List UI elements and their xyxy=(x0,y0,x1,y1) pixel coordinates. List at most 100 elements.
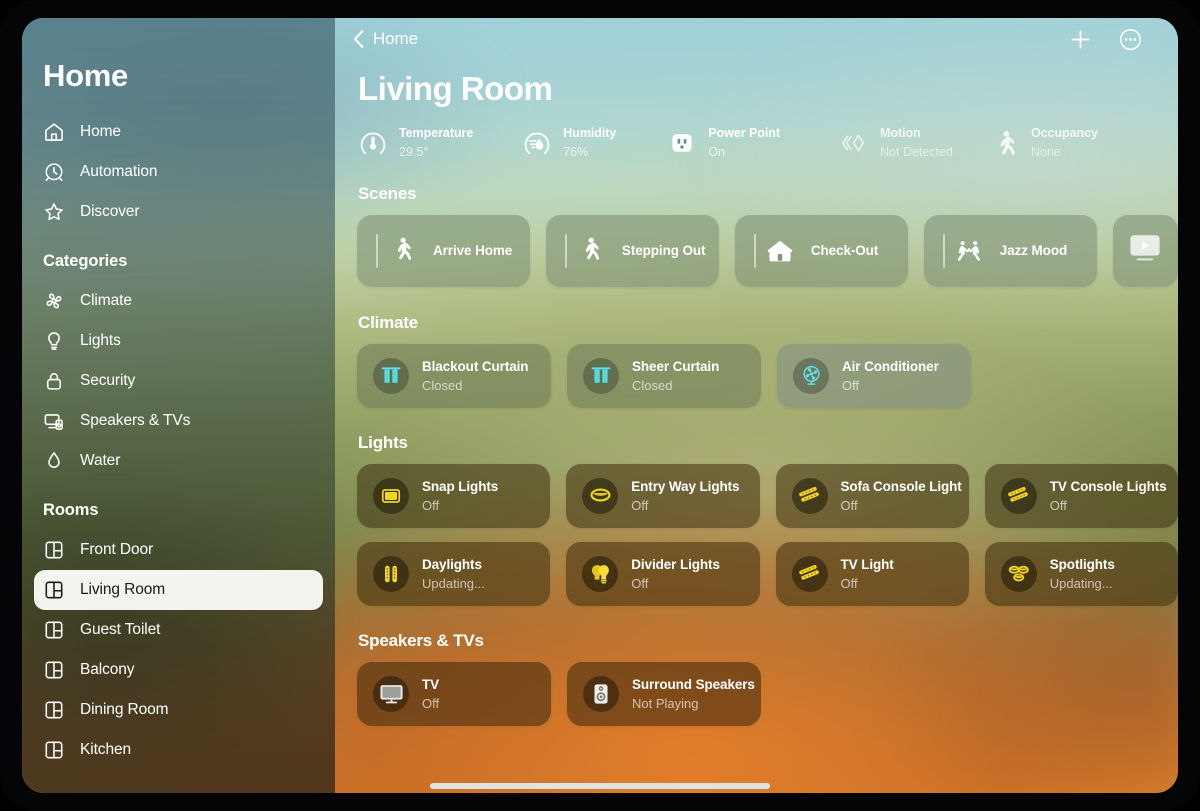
dancers-icon xyxy=(955,234,983,268)
device-tile-air-conditioner[interactable]: Air Conditioner Off xyxy=(777,343,971,408)
device-tile-tv-console-lights[interactable]: TV Console Lights Off xyxy=(984,463,1178,528)
sidebar-item-label: Home xyxy=(80,123,121,140)
panel-light-icon xyxy=(373,477,409,514)
content-scroll-area[interactable]: Home Living Room Temperature 29.5° Humid… xyxy=(335,18,1178,793)
device-name: Air Conditioner xyxy=(842,358,939,374)
room-icon xyxy=(43,699,65,721)
tile-row: Blackout Curtain Closed Sheer Curtain Cl… xyxy=(335,343,1178,408)
sidebar-item-home[interactable]: Home xyxy=(34,112,323,152)
room-icon xyxy=(43,659,65,681)
device-tile-media-partial[interactable] xyxy=(1112,214,1178,287)
device-name: Sheer Curtain xyxy=(632,358,720,374)
walking-person-icon xyxy=(577,234,605,268)
device-tile-stepping-out[interactable]: Stepping Out xyxy=(545,214,719,287)
device-state: Off xyxy=(422,497,440,513)
sensor-value: Not Detected xyxy=(880,144,953,159)
sidebar-item-water[interactable]: Water xyxy=(34,441,323,481)
device-tile-spotlights[interactable]: Spotlights Updating... xyxy=(984,541,1178,606)
device-tile-tv-light[interactable]: TV Light Off xyxy=(775,541,969,606)
sidebar-item-label: Lights xyxy=(80,332,121,349)
room-icon xyxy=(43,539,65,561)
fan-icon xyxy=(43,290,65,312)
sensor-name: Power Point xyxy=(708,126,781,140)
device-state: Off xyxy=(631,497,649,513)
device-tile-snap-lights[interactable]: Snap Lights Off xyxy=(357,463,551,528)
device-tile-sheer-curtain[interactable]: Sheer Curtain Closed xyxy=(567,343,761,408)
sensor-humidity[interactable]: Humidity 76% xyxy=(521,124,616,162)
sections-host: Scenes Arrive Home Stepping Out Check-Ou… xyxy=(335,184,1178,726)
device-tile-check-out[interactable]: Check-Out xyxy=(734,214,908,287)
navbar-actions xyxy=(1069,28,1142,51)
sidebar-item-dining-room[interactable]: Dining Room xyxy=(34,690,323,730)
room-icon xyxy=(43,739,65,761)
sidebar-item-label: Dining Room xyxy=(80,701,169,718)
sidebar-item-guest-toilet[interactable]: Guest Toilet xyxy=(34,610,323,650)
device-state: Closed xyxy=(632,377,673,393)
sidebar-item-climate[interactable]: Climate xyxy=(34,281,323,321)
sensor-name: Humidity xyxy=(563,126,617,140)
home-icon xyxy=(43,121,65,143)
device-state: Off xyxy=(840,575,858,591)
scene-divider xyxy=(376,233,378,268)
sidebar-item-living-room[interactable]: Living Room xyxy=(34,570,323,610)
device-tile-divider-lights[interactable]: Divider Lights Off xyxy=(566,541,760,606)
device-state: Off xyxy=(1049,497,1067,513)
sidebar-item-balcony[interactable]: Balcony xyxy=(34,650,323,690)
back-button[interactable]: Home xyxy=(353,29,418,49)
lock-icon xyxy=(43,370,65,392)
curtain-icon xyxy=(373,357,409,394)
sidebar-nav-group: Home Automation Discover xyxy=(22,112,335,232)
tube-light-icon xyxy=(373,555,409,592)
sidebar-item-speakers-tvs[interactable]: Speakers & TVs xyxy=(34,401,323,441)
sensor-power-point[interactable]: Power Point On xyxy=(666,124,780,162)
sensor-motion[interactable]: Motion Not Detected xyxy=(838,124,953,162)
device-tile-surround-speakers[interactable]: Surround Speakers Not Playing xyxy=(567,661,761,726)
ellipsis-circle-icon[interactable] xyxy=(1119,28,1142,51)
sidebar-item-lights[interactable]: Lights xyxy=(34,321,323,361)
section-header-climate: Climate xyxy=(358,312,419,332)
sensor-value: 76% xyxy=(563,144,589,159)
scene-name: Check-Out xyxy=(810,243,879,259)
device-name: TV Console Lights xyxy=(1049,478,1167,494)
sidebar-item-label: Speakers & TVs xyxy=(80,412,191,429)
main-content: Home Living Room Temperature 29.5° Humid… xyxy=(335,18,1178,793)
sidebar-item-front-door[interactable]: Front Door xyxy=(34,530,323,570)
sidebar-item-automation[interactable]: Automation xyxy=(34,152,323,192)
device-tile-sofa-console-light[interactable]: Sofa Console Light Off xyxy=(775,463,969,528)
sensor-value: None xyxy=(1030,144,1061,159)
plus-icon[interactable] xyxy=(1069,28,1092,51)
sidebar-item-security[interactable]: Security xyxy=(34,361,323,401)
device-tile-daylights[interactable]: Daylights Updating... xyxy=(357,541,551,606)
device-name: Snap Lights xyxy=(422,478,499,494)
sidebar-item-discover[interactable]: Discover xyxy=(34,192,323,232)
device-state: Not Playing xyxy=(632,695,699,711)
device-name: TV xyxy=(422,676,440,692)
tablet-device-frame: Home Home Automation Discover Categories C… xyxy=(0,0,1200,811)
device-tile-blackout-curtain[interactable]: Blackout Curtain Closed xyxy=(357,343,551,408)
scene-divider xyxy=(942,233,945,268)
device-name: Daylights xyxy=(422,556,482,572)
thermometer-gauge-icon xyxy=(357,127,389,159)
sensor-temperature[interactable]: Temperature 29.5° xyxy=(357,124,473,162)
sidebar-item-label: Front Door xyxy=(80,541,154,558)
house-icon xyxy=(766,234,794,268)
device-tile-entry-way-lights[interactable]: Entry Way Lights Off xyxy=(566,463,760,528)
sensor-value: 29.5° xyxy=(399,144,429,159)
sensor-occupancy[interactable]: Occupancy None xyxy=(989,124,1098,162)
triple-spot-icon xyxy=(1000,555,1037,592)
back-button-label: Home xyxy=(373,29,418,48)
device-name: Divider Lights xyxy=(631,556,720,572)
device-tile-tv[interactable]: TV Off xyxy=(357,661,551,726)
device-tile-jazz-mood[interactable]: Jazz Mood xyxy=(923,214,1097,287)
sidebar: Home Home Automation Discover Categories C… xyxy=(22,18,335,793)
sidebar-rooms-group: Front Door Living Room Guest Toilet Balcony… xyxy=(22,530,335,770)
droplet-icon xyxy=(43,450,65,472)
sidebar-item-kitchen[interactable]: Kitchen xyxy=(34,730,323,770)
home-indicator[interactable] xyxy=(430,783,770,789)
device-tile-arrive-home[interactable]: Arrive Home xyxy=(357,214,530,287)
sidebar-title: Home xyxy=(43,58,128,93)
device-state: Off xyxy=(840,497,858,513)
sidebar-rooms-header: Rooms xyxy=(43,501,99,519)
device-name: Surround Speakers xyxy=(632,676,755,692)
scene-divider xyxy=(564,233,567,268)
